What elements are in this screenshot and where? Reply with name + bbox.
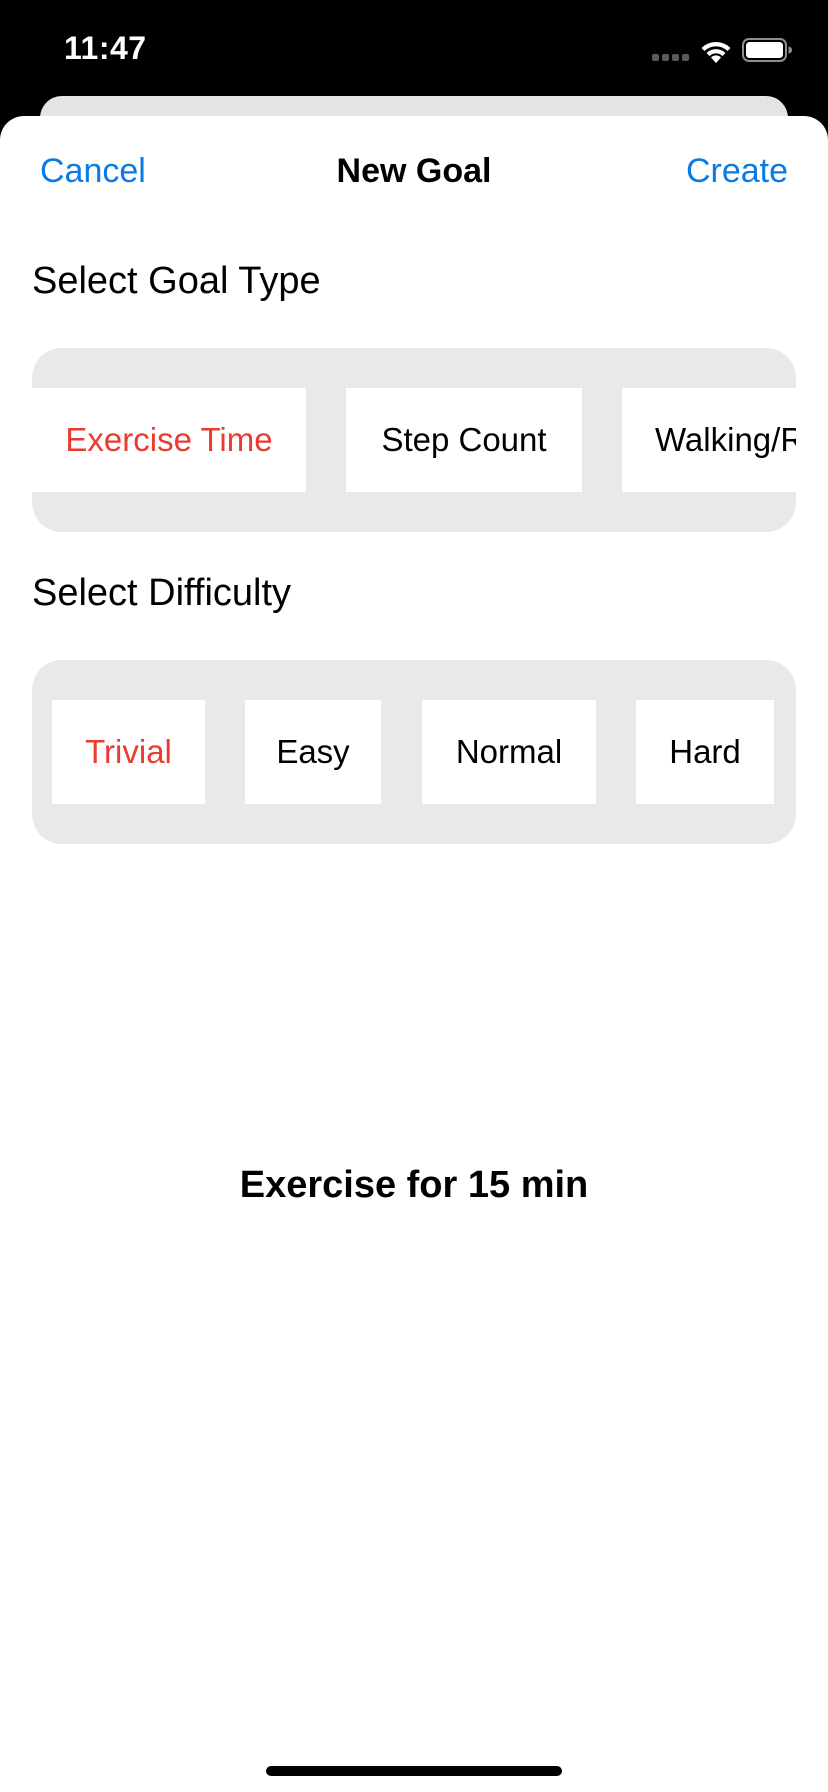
signal-icon xyxy=(652,52,692,62)
new-goal-sheet: Cancel New Goal Create Select Goal Type … xyxy=(0,116,828,1792)
difficulty-option-easy[interactable]: Easy xyxy=(245,700,381,804)
difficulty-selector: Trivial Easy Normal Hard xyxy=(32,660,796,844)
wifi-icon xyxy=(701,41,731,63)
difficulty-option-normal[interactable]: Normal xyxy=(422,700,596,804)
cancel-button[interactable]: Cancel xyxy=(40,152,146,191)
goal-type-heading: Select Goal Type xyxy=(32,260,321,302)
difficulty-heading: Select Difficulty xyxy=(32,572,292,614)
goal-type-selector[interactable]: Exercise Time Step Count Walking/R xyxy=(32,348,796,532)
difficulty-option-trivial[interactable]: Trivial xyxy=(52,700,205,804)
status-time: 11:47 xyxy=(64,30,147,66)
battery-icon xyxy=(742,38,792,62)
goal-summary: Exercise for 15 min xyxy=(239,1164,589,1206)
create-button[interactable]: Create xyxy=(686,152,788,191)
goal-type-option-step-count[interactable]: Step Count xyxy=(346,388,582,492)
status-bar: 11:47 xyxy=(0,0,828,96)
goal-type-option-exercise-time[interactable]: Exercise Time xyxy=(32,388,306,492)
goal-type-option-walking[interactable]: Walking/R xyxy=(622,388,796,492)
home-indicator[interactable] xyxy=(266,1766,562,1776)
difficulty-option-hard[interactable]: Hard xyxy=(636,700,774,804)
